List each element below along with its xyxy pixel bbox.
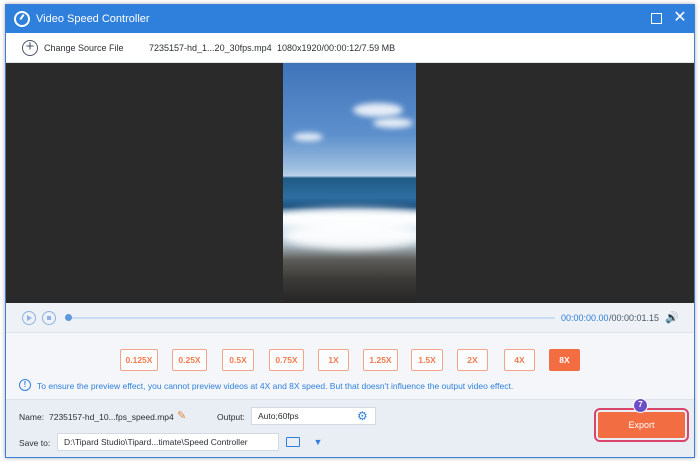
speed-option-1.25x[interactable]: 1.25X xyxy=(363,349,398,371)
speed-meter-icon xyxy=(14,11,30,27)
speed-option-4x[interactable]: 4X xyxy=(504,349,535,371)
source-file-name: 7235157-hd_1...20_30fps.mp4 xyxy=(149,43,272,53)
save-to-label: Save to: xyxy=(19,438,51,448)
speed-option-0.125x[interactable]: 0.125X xyxy=(120,349,158,371)
window-title: Video Speed Controller xyxy=(36,13,150,25)
speed-option-1x[interactable]: 1X xyxy=(318,349,349,371)
speed-option-0.25x[interactable]: 0.25X xyxy=(172,349,207,371)
current-time: 00:00:00.00 xyxy=(561,313,609,323)
folder-icon[interactable] xyxy=(286,437,300,447)
play-button[interactable] xyxy=(22,311,36,325)
source-bar: + Change Source File 7235157-hd_1...20_3… xyxy=(6,33,694,63)
output-label: Output: xyxy=(217,412,245,422)
speed-option-0.5x[interactable]: 0.5X xyxy=(222,349,254,371)
source-file-info: 1080x1920/00:00:12/7.59 MB xyxy=(277,43,396,53)
stop-button[interactable] xyxy=(42,311,56,325)
add-icon[interactable]: + xyxy=(22,39,38,56)
title-bar: Video Speed Controller ✕ xyxy=(6,5,694,33)
output-file-name: 7235157-hd_10...fps_speed.mp4 xyxy=(49,412,174,422)
volume-icon[interactable]: 🔊 xyxy=(665,312,679,324)
gear-icon[interactable]: ⚙ xyxy=(357,410,369,422)
speed-controller-window: Video Speed Controller ✕ + Change Source… xyxy=(5,4,695,458)
total-time: /00:00:01.15 xyxy=(609,313,660,323)
output-format-value: Auto;60fps xyxy=(258,411,299,421)
save-path-field[interactable]: D:\Tipard Studio\Tipard...timate\Speed C… xyxy=(57,433,322,451)
maximize-icon[interactable] xyxy=(651,13,662,24)
video-preview xyxy=(6,63,694,303)
preview-tip: To ensure the preview effect, you cannot… xyxy=(37,381,514,391)
output-settings: Name: 7235157-hd_10...fps_speed.mp4 ✎ Ou… xyxy=(6,399,694,457)
playback-controls: 00:00:00.00 /00:00:01.15 🔊 xyxy=(6,303,694,333)
name-label: Name: xyxy=(19,412,45,422)
chevron-down-icon[interactable]: ▼ xyxy=(308,434,328,450)
edit-icon[interactable]: ✎ xyxy=(177,410,189,422)
close-icon[interactable]: ✕ xyxy=(672,10,688,26)
save-path-value: D:\Tipard Studio\Tipard...timate\Speed C… xyxy=(64,437,248,447)
speed-options: 0.125X 0.25X 0.5X 0.75X 1X 1.25X 1.5X 2X… xyxy=(6,349,694,373)
info-icon: ! xyxy=(19,379,31,391)
step-badge: 7 xyxy=(633,398,648,413)
change-source-button[interactable]: Change Source File xyxy=(44,43,124,53)
export-button[interactable]: Export xyxy=(594,408,689,442)
progress-thumb[interactable] xyxy=(65,314,72,321)
video-frame xyxy=(283,63,416,303)
progress-track[interactable] xyxy=(68,317,555,319)
speed-option-8x[interactable]: 8X xyxy=(549,349,580,371)
speed-option-2x[interactable]: 2X xyxy=(457,349,488,371)
speed-option-0.75x[interactable]: 0.75X xyxy=(269,349,304,371)
speed-option-1.5x[interactable]: 1.5X xyxy=(411,349,443,371)
